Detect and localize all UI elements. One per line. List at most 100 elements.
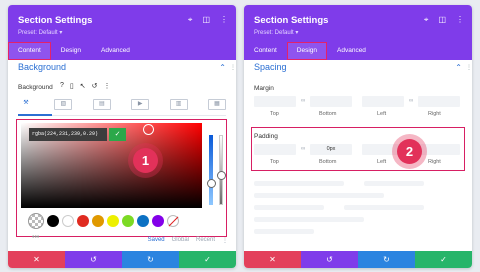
section-settings-panel-spacing: Section Settings Preset: Default ▾ ⌖ ◫ ⋮…: [244, 5, 472, 268]
margin-left-caption: Left: [377, 111, 387, 117]
padding-left-caption: Left: [377, 159, 387, 165]
margin-right-caption: Right: [428, 111, 441, 117]
undo-button[interactable]: ↺: [301, 251, 358, 268]
transparent-swatch[interactable]: [28, 213, 44, 229]
opacity-slider-handle[interactable]: [217, 171, 226, 180]
placeholder-row: [364, 181, 424, 186]
spacing-section-title[interactable]: Spacing: [254, 62, 287, 72]
global-colors-link[interactable]: Global: [172, 237, 189, 244]
opacity-slider[interactable]: [219, 135, 223, 205]
tab-content[interactable]: Content: [8, 42, 51, 60]
section-settings-panel-background: Section Settings Preset: Default ▾ ⌖ ◫ ⋮…: [8, 5, 236, 268]
color-handle[interactable]: [143, 124, 154, 135]
hue-slider-handle[interactable]: [207, 179, 216, 188]
padding-link-icon[interactable]: ∞: [301, 146, 305, 152]
save-button[interactable]: ✓: [179, 251, 236, 268]
color-swatches: [28, 213, 179, 229]
padding-top-input[interactable]: [254, 144, 296, 155]
bg-gradient-tab-icon[interactable]: ▧: [54, 99, 73, 110]
action-bar: ✕ ↺ ↻ ✓: [244, 251, 472, 268]
color-swatch-6[interactable]: [137, 215, 149, 227]
panel-header: Section Settings Preset: Default ▾ ⌖ ◫ ⋮…: [244, 5, 472, 60]
tab-design[interactable]: Design: [286, 42, 328, 60]
placeholder-row: [254, 193, 384, 198]
hue-slider[interactable]: [209, 135, 213, 205]
confirm-color-icon[interactable]: ✓: [109, 128, 126, 141]
no-color-swatch[interactable]: [167, 215, 179, 227]
redo-button[interactable]: ↻: [122, 251, 179, 268]
background-section-title[interactable]: Background: [18, 62, 66, 72]
margin-top-input[interactable]: [254, 96, 296, 107]
color-swatch-2[interactable]: [77, 215, 89, 227]
placeholder-row: [344, 205, 424, 210]
panel-header: Section Settings Preset: Default ▾ ⌖ ◫ ⋮…: [8, 5, 236, 60]
preset-selector[interactable]: Preset: Default ▾: [18, 29, 62, 36]
tab-design[interactable]: Design: [51, 42, 91, 60]
padding-bottom-input[interactable]: 0px: [310, 144, 352, 155]
step-badge-2: 2: [397, 139, 422, 164]
split-view-icon[interactable]: ◫: [202, 16, 210, 24]
save-button[interactable]: ✓: [415, 251, 472, 268]
color-swatch-1[interactable]: [62, 215, 74, 227]
color-swatch-4[interactable]: [107, 215, 119, 227]
color-value-input[interactable]: rgba(224,231,239,0.29): [29, 128, 107, 141]
expand-icon[interactable]: ⌖: [188, 16, 193, 24]
bg-mask-tab-icon[interactable]: ▦: [207, 99, 226, 110]
redo-button[interactable]: ↻: [358, 251, 415, 268]
more-swatches-icon[interactable]: •••: [32, 234, 39, 241]
reset-icon[interactable]: ↺: [92, 82, 98, 90]
bg-pattern-tab-icon[interactable]: ▥: [169, 99, 188, 110]
bg-image-tab-icon[interactable]: ▤: [92, 99, 111, 110]
action-bar: ✕ ↺ ↻ ✓: [8, 251, 236, 268]
preset-selector[interactable]: Preset: Default ▾: [254, 29, 298, 36]
field-options-icon[interactable]: ⋮: [104, 82, 111, 90]
margin-top-caption: Top: [270, 111, 279, 117]
margin-bottom-caption: Bottom: [319, 111, 337, 117]
padding-right-caption: Right: [428, 159, 441, 165]
bg-video-tab-icon[interactable]: ▶: [131, 99, 150, 110]
hover-icon[interactable]: ↖: [80, 82, 86, 90]
margin-left-input[interactable]: [362, 96, 404, 107]
responsive-icon[interactable]: ▯: [70, 82, 74, 90]
margin-link-icon[interactable]: ∞: [409, 98, 413, 104]
split-view-icon[interactable]: ◫: [438, 16, 446, 24]
palette-menu-icon[interactable]: ⋮: [222, 237, 228, 244]
color-swatch-3[interactable]: [92, 215, 104, 227]
expand-icon[interactable]: ⌖: [424, 16, 429, 24]
padding-right-input[interactable]: [418, 144, 460, 155]
collapse-chevron-icon[interactable]: ⌃: [219, 63, 226, 72]
color-swatch-5[interactable]: [122, 215, 134, 227]
more-options-icon[interactable]: ⋮: [456, 16, 464, 24]
more-options-icon[interactable]: ⋮: [220, 16, 228, 24]
section-menu-icon[interactable]: ⋮: [466, 64, 472, 71]
placeholder-row: [254, 205, 324, 210]
margin-bottom-input[interactable]: [310, 96, 352, 107]
help-icon[interactable]: ?: [60, 82, 64, 90]
placeholder-row: [254, 217, 364, 222]
placeholder-row: [254, 181, 344, 186]
color-swatch-7[interactable]: [152, 215, 164, 227]
step-badge-1: 1: [133, 148, 158, 173]
cancel-button[interactable]: ✕: [8, 251, 65, 268]
recent-colors-link[interactable]: Recent: [196, 237, 215, 244]
tab-advanced[interactable]: Advanced: [91, 42, 140, 60]
bg-type-active-indicator: [18, 114, 52, 116]
padding-bottom-caption: Bottom: [319, 159, 337, 165]
collapse-chevron-icon[interactable]: ⌃: [455, 63, 462, 72]
placeholder-row: [254, 229, 314, 234]
margin-label: Margin: [254, 85, 274, 92]
padding-label: Padding: [254, 133, 278, 140]
section-menu-icon[interactable]: ⋮: [230, 64, 236, 71]
cancel-button[interactable]: ✕: [244, 251, 301, 268]
undo-button[interactable]: ↺: [65, 251, 122, 268]
color-swatch-0[interactable]: [47, 215, 59, 227]
panel-title: Section Settings: [254, 15, 329, 26]
padding-top-caption: Top: [270, 159, 279, 165]
saved-colors-link[interactable]: Saved: [148, 237, 165, 244]
tab-advanced[interactable]: Advanced: [327, 42, 376, 60]
panel-title: Section Settings: [18, 15, 93, 26]
bg-color-tab-icon[interactable]: ⚒: [18, 99, 34, 108]
margin-link-icon[interactable]: ∞: [301, 98, 305, 104]
margin-right-input[interactable]: [418, 96, 460, 107]
tab-content[interactable]: Content: [244, 42, 287, 60]
